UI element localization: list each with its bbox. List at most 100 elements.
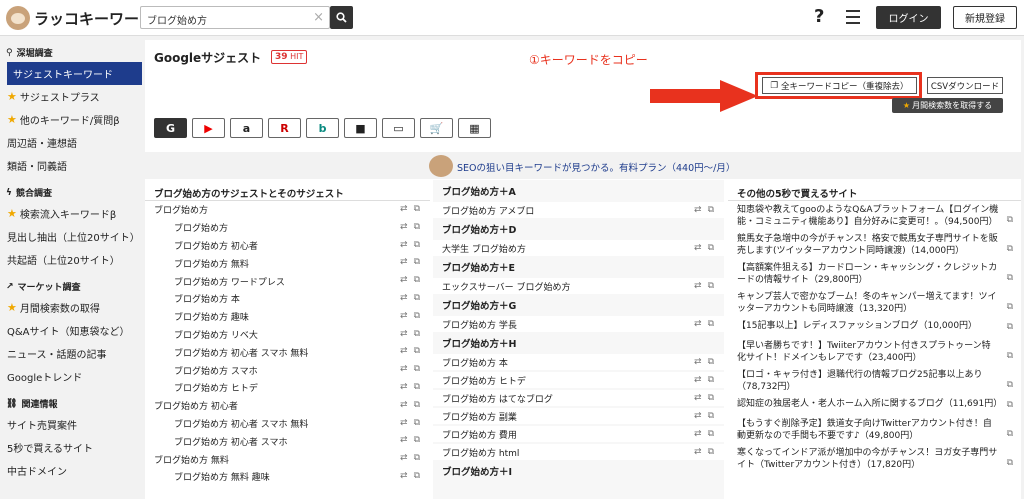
keyword-row[interactable]: ブログ始め方 はてなブログ ⇄ ⧉ — [433, 390, 724, 406]
keyword-row[interactable]: ブログ始め方 ⇄ ⧉ — [145, 219, 430, 237]
sidebar-item[interactable]: 類語・同義語 — [0, 154, 142, 177]
external-link-icon[interactable]: ⧉ — [414, 435, 420, 445]
retweet-icon[interactable]: ⇄ — [400, 453, 408, 463]
engine-tab-rakuten[interactable]: R — [268, 118, 301, 138]
sidebar-item[interactable]: ★ 他のキーワード/質問β — [0, 108, 142, 131]
promo-banner[interactable]: SEOの狙い目キーワードが見つかる。有料プラン（440円〜/月） — [145, 152, 1021, 179]
external-link-icon[interactable]: ⧉ — [708, 319, 714, 329]
external-link-icon[interactable]: ⧉ — [708, 375, 714, 385]
external-link-icon[interactable]: ⧉ — [1007, 272, 1013, 284]
sidebar-item[interactable]: 5秒で買えるサイト — [0, 436, 142, 459]
retweet-icon[interactable]: ⇄ — [400, 257, 408, 267]
external-link-icon[interactable]: ⧉ — [708, 357, 714, 367]
keyword-row[interactable]: ブログ始め方 初心者 スマホ ⇄ ⧉ — [145, 432, 430, 450]
external-link-icon[interactable]: ⧉ — [708, 393, 714, 403]
keyword-row[interactable]: 大学生 ブログ始め方 ⇄ ⧉ — [433, 240, 724, 256]
keyword-row[interactable]: ブログ始め方 ⇄ ⧉ — [145, 201, 430, 219]
external-link-icon[interactable]: ⧉ — [1007, 399, 1013, 411]
site-listing[interactable]: キャンプ芸人で密かなブーム！冬のキャンパー増えてます！ツイッターアカウントも同時… — [728, 288, 1021, 317]
external-link-icon[interactable]: ⧉ — [414, 311, 420, 321]
external-link-icon[interactable]: ⧉ — [414, 418, 420, 428]
external-link-icon[interactable]: ⧉ — [1007, 243, 1013, 255]
retweet-icon[interactable]: ⇄ — [694, 357, 702, 367]
sidebar-item[interactable]: サジェストキーワード — [7, 62, 142, 85]
clear-icon[interactable]: × — [313, 10, 324, 25]
keyword-row[interactable]: ブログ始め方 無料 趣味 ⇄ ⧉ — [145, 468, 430, 486]
external-link-icon[interactable]: ⧉ — [708, 243, 714, 253]
sidebar-item[interactable]: Googleトレンド — [0, 365, 142, 388]
external-link-icon[interactable]: ⧉ — [414, 257, 420, 267]
retweet-icon[interactable]: ⇄ — [400, 382, 408, 392]
keyword-row[interactable]: ブログ始め方 ヒトデ ⇄ ⧉ — [145, 379, 430, 397]
external-link-icon[interactable]: ⧉ — [1007, 350, 1013, 362]
login-button[interactable]: ログイン — [876, 6, 941, 29]
external-link-icon[interactable]: ⧉ — [708, 429, 714, 439]
site-listing[interactable]: 【もうすぐ削除予定】鉄道女子向けTwitterアカウント付き！自動更新なので手間… — [728, 415, 1021, 444]
external-link-icon[interactable]: ⧉ — [414, 453, 420, 463]
external-link-icon[interactable]: ⧉ — [414, 329, 420, 339]
retweet-icon[interactable]: ⇄ — [400, 364, 408, 374]
retweet-icon[interactable]: ⇄ — [400, 293, 408, 303]
sidebar-item[interactable]: サイト売買案件 — [0, 413, 142, 436]
engine-tab-cart[interactable]: 🛒 — [420, 118, 453, 138]
retweet-icon[interactable]: ⇄ — [400, 329, 408, 339]
external-link-icon[interactable]: ⧉ — [414, 382, 420, 392]
engine-tab-image[interactable]: ▭ — [382, 118, 415, 138]
sidebar-item[interactable]: ★ 月間検索数の取得 — [0, 296, 142, 319]
csv-download-button[interactable]: CSVダウンロード — [927, 77, 1003, 94]
hamburger-menu-icon[interactable] — [846, 10, 860, 28]
keyword-row[interactable]: ブログ始め方 html ⇄ ⧉ — [433, 444, 724, 460]
external-link-icon[interactable]: ⧉ — [414, 364, 420, 374]
retweet-icon[interactable]: ⇄ — [400, 346, 408, 356]
retweet-icon[interactable]: ⇄ — [400, 275, 408, 285]
logo[interactable]: ラッコキーワード — [6, 6, 154, 30]
external-link-icon[interactable]: ⧉ — [1007, 321, 1013, 333]
retweet-icon[interactable]: ⇄ — [400, 418, 408, 428]
retweet-icon[interactable]: ⇄ — [694, 281, 702, 291]
site-listing[interactable]: 競馬女子急増中の今がチャンス！格安で競馬女子専門サイトを販売します(ツイッターア… — [728, 230, 1021, 259]
external-link-icon[interactable]: ⧉ — [414, 346, 420, 356]
engine-tab-bing[interactable]: b — [306, 118, 339, 138]
site-listing[interactable]: 【15記事以上】レディスファッションブログ（10,000円） ⧉ — [728, 317, 1021, 337]
external-link-icon[interactable]: ⧉ — [414, 204, 420, 214]
retweet-icon[interactable]: ⇄ — [694, 393, 702, 403]
keyword-row[interactable]: ブログ始め方 費用 ⇄ ⧉ — [433, 426, 724, 442]
keyword-row[interactable]: エックスサーバー ブログ始め方 ⇄ ⧉ — [433, 278, 724, 294]
sidebar-item[interactable]: 中古ドメイン — [0, 459, 142, 482]
site-listing[interactable]: 【ロゴ・キャラ付き】退職代行の情報ブログ25記事以上あり（78,732円） ⧉ — [728, 366, 1021, 395]
retweet-icon[interactable]: ⇄ — [694, 243, 702, 253]
external-link-icon[interactable]: ⧉ — [1007, 301, 1013, 313]
keyword-row[interactable]: ブログ始め方 初心者 スマホ 無料 ⇄ ⧉ — [145, 343, 430, 361]
retweet-icon[interactable]: ⇄ — [694, 319, 702, 329]
retweet-icon[interactable]: ⇄ — [400, 435, 408, 445]
external-link-icon[interactable]: ⧉ — [1007, 379, 1013, 391]
external-link-icon[interactable]: ⧉ — [414, 293, 420, 303]
retweet-icon[interactable]: ⇄ — [694, 429, 702, 439]
engine-tab-video[interactable]: ■ — [344, 118, 377, 138]
keyword-row[interactable]: ブログ始め方 初心者 ⇄ ⧉ — [145, 397, 430, 415]
site-listing[interactable]: 知恵袋や教えてgooのようなQ&Aプラットフォーム【ログイン機能・コミュニティ機… — [728, 201, 1021, 230]
retweet-icon[interactable]: ⇄ — [400, 240, 408, 250]
retweet-icon[interactable]: ⇄ — [694, 447, 702, 457]
sidebar-item[interactable]: ★ 検索流入キーワードβ — [0, 202, 142, 225]
retweet-icon[interactable]: ⇄ — [400, 400, 408, 410]
site-listing[interactable]: 【早い者勝ちです！】Twiiterアカウント付きスプラトゥーン特化サイト！ドメイ… — [728, 337, 1021, 366]
site-listing[interactable]: 寒くなってインドア派が増加中の今がチャンス！ヨガ女子専門サイト（Twitterア… — [728, 444, 1021, 473]
external-link-icon[interactable]: ⧉ — [1007, 457, 1013, 469]
sidebar-item[interactable]: 共起語（上位20サイト） — [0, 248, 142, 271]
sidebar-item[interactable]: ニュース・話題の記事 — [0, 342, 142, 365]
keyword-row[interactable]: ブログ始め方 初心者 スマホ 無料 ⇄ ⧉ — [145, 415, 430, 433]
keyword-row[interactable]: ブログ始め方 ワードプレス ⇄ ⧉ — [145, 272, 430, 290]
retweet-icon[interactable]: ⇄ — [400, 311, 408, 321]
external-link-icon[interactable]: ⧉ — [414, 400, 420, 410]
keyword-row[interactable]: ブログ始め方 無料 ⇄ ⧉ — [145, 254, 430, 272]
site-listing[interactable]: 【高額案件狙える】カードローン・キャッシング・クレジットカードの情報サイト（29… — [728, 259, 1021, 288]
keyword-row[interactable]: ブログ始め方 アメブロ ⇄ ⧉ — [433, 202, 724, 218]
register-button[interactable]: 新規登録 — [953, 6, 1017, 29]
keyword-row[interactable]: ブログ始め方 学長 ⇄ ⧉ — [433, 316, 724, 332]
external-link-icon[interactable]: ⧉ — [414, 275, 420, 285]
keyword-row[interactable]: ブログ始め方 副業 ⇄ ⧉ — [433, 408, 724, 424]
site-listing[interactable]: 認知症の独居老人・老人ホーム入所に関するブログ（11,691円） ⧉ — [728, 395, 1021, 415]
engine-tab-grid[interactable]: ▦ — [458, 118, 491, 138]
retweet-icon[interactable]: ⇄ — [694, 411, 702, 421]
